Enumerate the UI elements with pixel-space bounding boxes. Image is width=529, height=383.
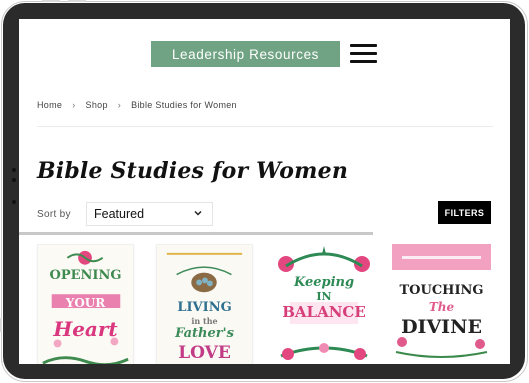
brand-label: Leadership Resources <box>171 46 320 62</box>
cover-line: DIVINE <box>401 316 482 338</box>
cover-line: Father's <box>175 326 234 341</box>
breadcrumb-shop[interactable]: Shop <box>86 100 108 110</box>
product-card[interactable]: Keeping IN BALANCE <box>276 244 372 364</box>
cover-line: YOUR <box>65 296 106 310</box>
filters-label: FILTERS <box>444 207 485 218</box>
chevron-right-icon: › <box>72 100 76 110</box>
camera-dot <box>12 168 16 172</box>
cover-line: TOUCHING <box>399 283 484 298</box>
product-card[interactable]: TOUCHING The DIVINE <box>392 244 491 364</box>
brand-banner[interactable]: Leadership Resources <box>151 41 340 67</box>
cover-line: BALANCE <box>282 303 366 321</box>
filters-button[interactable]: FILTERS <box>438 201 491 224</box>
breadcrumb-home[interactable]: Home <box>37 100 62 110</box>
sort-select[interactable]: Featured <box>86 202 213 226</box>
divider <box>37 126 493 127</box>
breadcrumb-current: Bible Studies for Women <box>131 100 237 110</box>
camera-dot <box>12 178 16 182</box>
sort-value: Featured <box>94 207 145 221</box>
cover-line: LIVING <box>177 300 232 315</box>
cover-line: The <box>428 300 455 314</box>
browser-viewport: Leadership Resources Home › Shop › Bible… <box>19 19 510 364</box>
cover-line: LOVE <box>178 343 231 363</box>
cover-line: OPENING <box>49 268 122 283</box>
product-card[interactable]: LIVING in the Father's LOVE <box>156 244 253 364</box>
toolbar-rule <box>19 232 373 235</box>
cover-line: Keeping <box>293 275 355 290</box>
cover-line: IN <box>316 290 332 303</box>
cover-line: Heart <box>53 317 118 341</box>
product-card[interactable]: OPENING YOUR Heart <box>37 244 134 364</box>
page-title: Bible Studies for Women <box>37 158 349 184</box>
cover-line: in the <box>191 316 218 326</box>
hamburger-menu-icon[interactable] <box>350 44 378 64</box>
power-button <box>0 318 2 332</box>
sort-label: Sort by <box>37 209 71 220</box>
volume-button <box>68 0 86 2</box>
chevron-right-icon: › <box>117 100 122 110</box>
chevron-down-icon <box>194 210 202 216</box>
volume-button <box>42 0 60 2</box>
breadcrumb: Home › Shop › Bible Studies for Women <box>37 100 237 110</box>
camera-dot <box>12 200 16 204</box>
